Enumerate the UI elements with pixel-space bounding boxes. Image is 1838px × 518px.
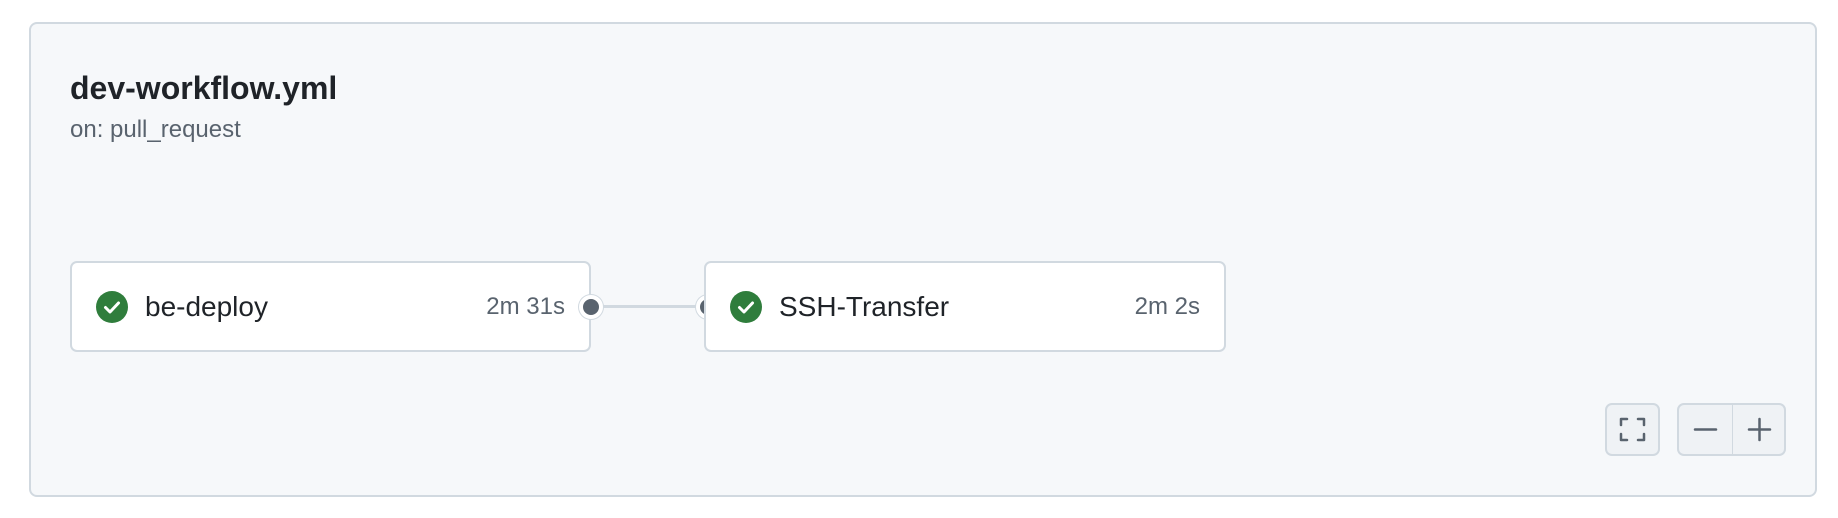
output-port-dot — [579, 295, 603, 319]
fit-to-screen-button[interactable] — [1605, 403, 1660, 456]
job-name: SSH-Transfer — [779, 291, 950, 322]
job-duration: 2m 2s — [1134, 293, 1200, 320]
zoom-out-button[interactable] — [1679, 405, 1733, 454]
zoom-in-button[interactable] — [1733, 405, 1784, 454]
fullscreen-icon — [1619, 417, 1646, 442]
job-name: be-deploy — [145, 291, 268, 322]
check-circle-icon — [96, 291, 128, 323]
check-circle-icon — [730, 291, 762, 323]
plus-icon — [1747, 417, 1772, 442]
job-card-ssh-transfer[interactable]: SSH-Transfer 2m 2s — [704, 261, 1226, 352]
zoom-controls — [1677, 403, 1786, 456]
job-card-be-deploy[interactable]: be-deploy 2m 31s — [70, 261, 591, 352]
job-connector — [591, 305, 704, 308]
workflow-title: dev-workflow.yml — [70, 70, 338, 106]
minus-icon — [1693, 428, 1718, 431]
job-duration: 2m 31s — [486, 293, 565, 320]
workflow-trigger: on: pull_request — [70, 116, 241, 143]
